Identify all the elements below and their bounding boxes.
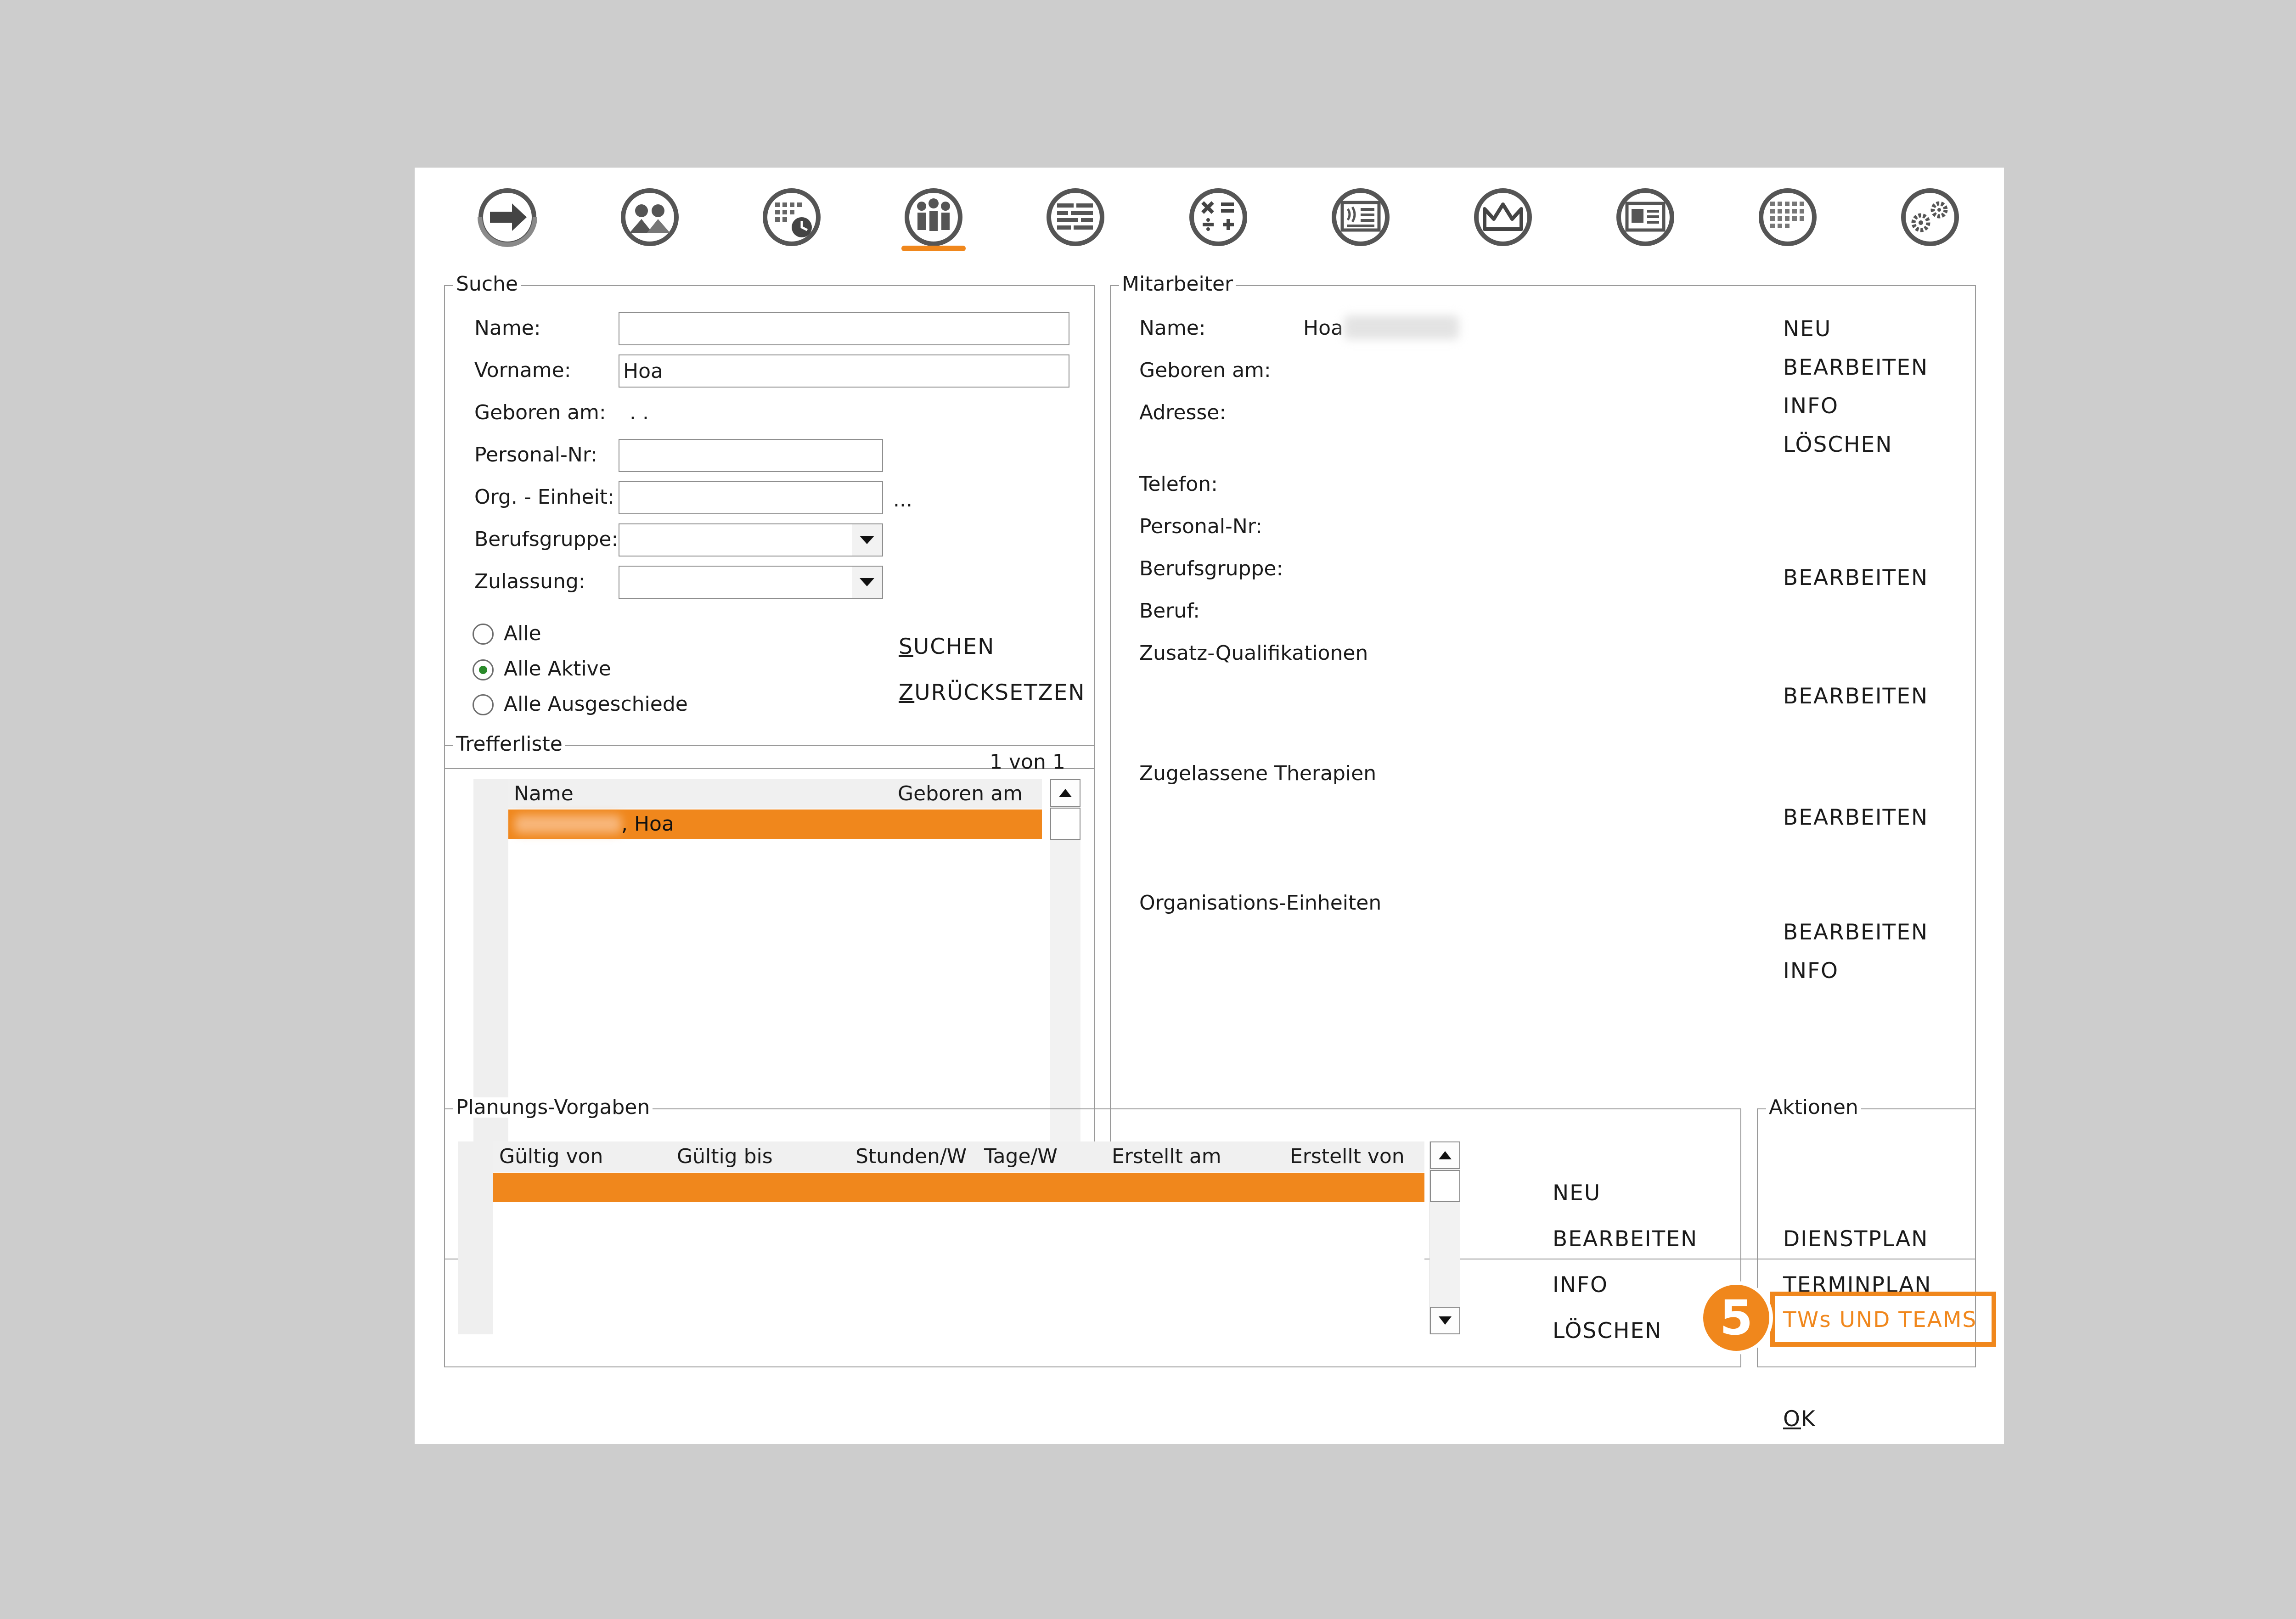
- suchen-label: UCHEN: [913, 634, 995, 659]
- id-card-icon[interactable]: [1613, 185, 1677, 249]
- calendar-clock-icon[interactable]: [760, 185, 824, 249]
- document-sound-icon[interactable]: [1328, 185, 1393, 249]
- redacted-surname: [1344, 315, 1459, 339]
- active-tab-indicator: [901, 246, 966, 251]
- planung-neu-button[interactable]: NEU: [1553, 1182, 1601, 1204]
- row-name: , Hoa: [621, 812, 674, 836]
- org-einheit-input[interactable]: [619, 481, 883, 514]
- berufsgruppe-label: Berufsgruppe:: [474, 528, 619, 551]
- ma-berufsgruppe-label: Berufsgruppe:: [1139, 557, 1283, 580]
- zuruecksetzen-button[interactable]: ZURÜCKSETZEN: [899, 682, 1086, 703]
- col-header-geboren[interactable]: Geboren am: [898, 784, 1023, 804]
- ma-telefon-label: Telefon:: [1139, 472, 1218, 496]
- ma-org-label: Organisations-Einheiten: [1139, 891, 1382, 915]
- ma-neu-button[interactable]: NEU: [1783, 318, 1831, 340]
- redacted-surname: [515, 815, 621, 833]
- col-header-gueltig-von[interactable]: Gültig von: [499, 1147, 603, 1167]
- suche-title: Suche: [453, 274, 521, 294]
- main-window: Suche Name: Vorname: Geboren am: . . Per…: [415, 168, 2004, 1444]
- berufsgruppe-bearbeiten-button[interactable]: BEARBEITEN: [1783, 567, 1928, 589]
- name-label: Name:: [474, 316, 541, 340]
- vorname-label: Vorname:: [474, 359, 571, 382]
- planungs-vorgaben-title: Planungs-Vorgaben: [453, 1097, 653, 1118]
- radio-alle-ausgeschiede[interactable]: [473, 694, 494, 715]
- ok-mnemonic: O: [1783, 1406, 1801, 1432]
- tws-und-teams-button[interactable]: TWs UND TEAMS: [1783, 1309, 1977, 1331]
- chevron-down-icon: [852, 524, 882, 556]
- org-bearbeiten-button[interactable]: BEARBEITEN: [1783, 922, 1928, 943]
- planung-scrollbar[interactable]: [1429, 1141, 1460, 1334]
- list-lines-icon[interactable]: [1043, 185, 1108, 249]
- berufsgruppe-select[interactable]: [619, 523, 883, 557]
- aktionen-title: Aktionen: [1766, 1097, 1861, 1118]
- ma-personal-label: Personal-Nr:: [1139, 515, 1262, 538]
- chevron-down-icon: [852, 567, 882, 598]
- geboren-label: Geboren am:: [474, 401, 606, 424]
- scroll-up-button[interactable]: [1430, 1141, 1460, 1169]
- col-header-erstellt-von[interactable]: Erstellt von: [1290, 1147, 1405, 1167]
- col-header-tage[interactable]: Tage/W: [984, 1147, 1058, 1167]
- ok-button[interactable]: OK: [1783, 1408, 1816, 1430]
- table-row[interactable]: , Hoa: [508, 810, 1042, 839]
- vorname-input[interactable]: [619, 354, 1069, 388]
- radio-alle[interactable]: [473, 624, 494, 645]
- scroll-thumb[interactable]: [1050, 808, 1080, 840]
- ma-therapien-label: Zugelassene Therapien: [1139, 762, 1377, 785]
- org-einheit-label: Org. - Einheit:: [474, 485, 614, 509]
- ma-adresse-label: Adresse:: [1139, 401, 1227, 424]
- ma-geboren-label: Geboren am:: [1139, 359, 1271, 382]
- planung-loeschen-button[interactable]: LÖSCHEN: [1553, 1320, 1662, 1342]
- scroll-thumb[interactable]: [1430, 1170, 1460, 1202]
- geboren-date-field[interactable]: . .: [630, 403, 649, 423]
- org-info-button[interactable]: INFO: [1783, 960, 1839, 982]
- col-header-name[interactable]: Name: [514, 784, 574, 804]
- persons-icon[interactable]: [618, 185, 682, 249]
- dienstplan-button[interactable]: DIENSTPLAN: [1783, 1228, 1928, 1250]
- planung-bearbeiten-button[interactable]: BEARBEITEN: [1553, 1228, 1698, 1250]
- personal-nr-label: Personal-Nr:: [474, 443, 597, 467]
- col-header-stunden[interactable]: Stunden/W: [855, 1147, 967, 1167]
- scroll-down-button[interactable]: [1430, 1307, 1460, 1334]
- zusatz-bearbeiten-button[interactable]: BEARBEITEN: [1783, 686, 1928, 707]
- crown-icon[interactable]: [1471, 185, 1535, 249]
- therapien-bearbeiten-button[interactable]: BEARBEITEN: [1783, 807, 1928, 828]
- ma-beruf-label: Beruf:: [1139, 599, 1200, 623]
- scroll-up-button[interactable]: [1050, 779, 1080, 807]
- ma-name-label: Name:: [1139, 316, 1206, 340]
- ma-name-value: Hoa: [1303, 316, 1343, 340]
- zulassung-label: Zulassung:: [474, 570, 585, 593]
- calculator-icon[interactable]: [1186, 185, 1250, 249]
- radio-alle-ausgeschiede-label: Alle Ausgeschiede: [504, 692, 688, 716]
- org-more-button[interactable]: ...: [893, 490, 912, 510]
- ok-label: K: [1801, 1406, 1816, 1432]
- suchen-button[interactable]: SUCHEN: [899, 636, 995, 658]
- calendar-grid-icon[interactable]: [1756, 185, 1820, 249]
- radio-alle-label: Alle: [504, 622, 541, 645]
- col-header-gueltig-bis[interactable]: Gültig bis: [677, 1147, 773, 1167]
- team-icon[interactable]: [901, 185, 966, 251]
- zuruecksetzen-label: URÜCKSETZEN: [914, 680, 1086, 705]
- radio-alle-aktive-label: Alle Aktive: [504, 657, 611, 680]
- planung-info-button[interactable]: INFO: [1553, 1274, 1608, 1296]
- col-header-erstellt-am[interactable]: Erstellt am: [1112, 1147, 1221, 1167]
- zuruecksetzen-mnemonic: Z: [899, 680, 915, 705]
- trefferliste-title: Trefferliste: [453, 734, 565, 754]
- callout-step-badge: 5: [1699, 1281, 1773, 1355]
- trefferliste-count: 1 von 1: [990, 750, 1065, 774]
- radio-alle-aktive[interactable]: [473, 659, 494, 680]
- ma-info-button[interactable]: INFO: [1783, 395, 1839, 417]
- planung-gutter: [458, 1141, 493, 1334]
- table-row[interactable]: [493, 1173, 1424, 1202]
- zulassung-select[interactable]: [619, 566, 883, 599]
- name-input[interactable]: [619, 312, 1069, 345]
- mitarbeiter-title: Mitarbeiter: [1119, 274, 1236, 294]
- gears-icon[interactable]: [1898, 185, 1962, 249]
- ma-zusatz-label: Zusatz-Qualifikationen: [1139, 641, 1368, 665]
- personal-nr-input[interactable]: [619, 439, 883, 472]
- arrow-right-icon[interactable]: [475, 185, 540, 249]
- ma-bearbeiten-button[interactable]: BEARBEITEN: [1783, 357, 1928, 378]
- ma-loeschen-button[interactable]: LÖSCHEN: [1783, 434, 1892, 455]
- suchen-mnemonic: S: [899, 634, 913, 659]
